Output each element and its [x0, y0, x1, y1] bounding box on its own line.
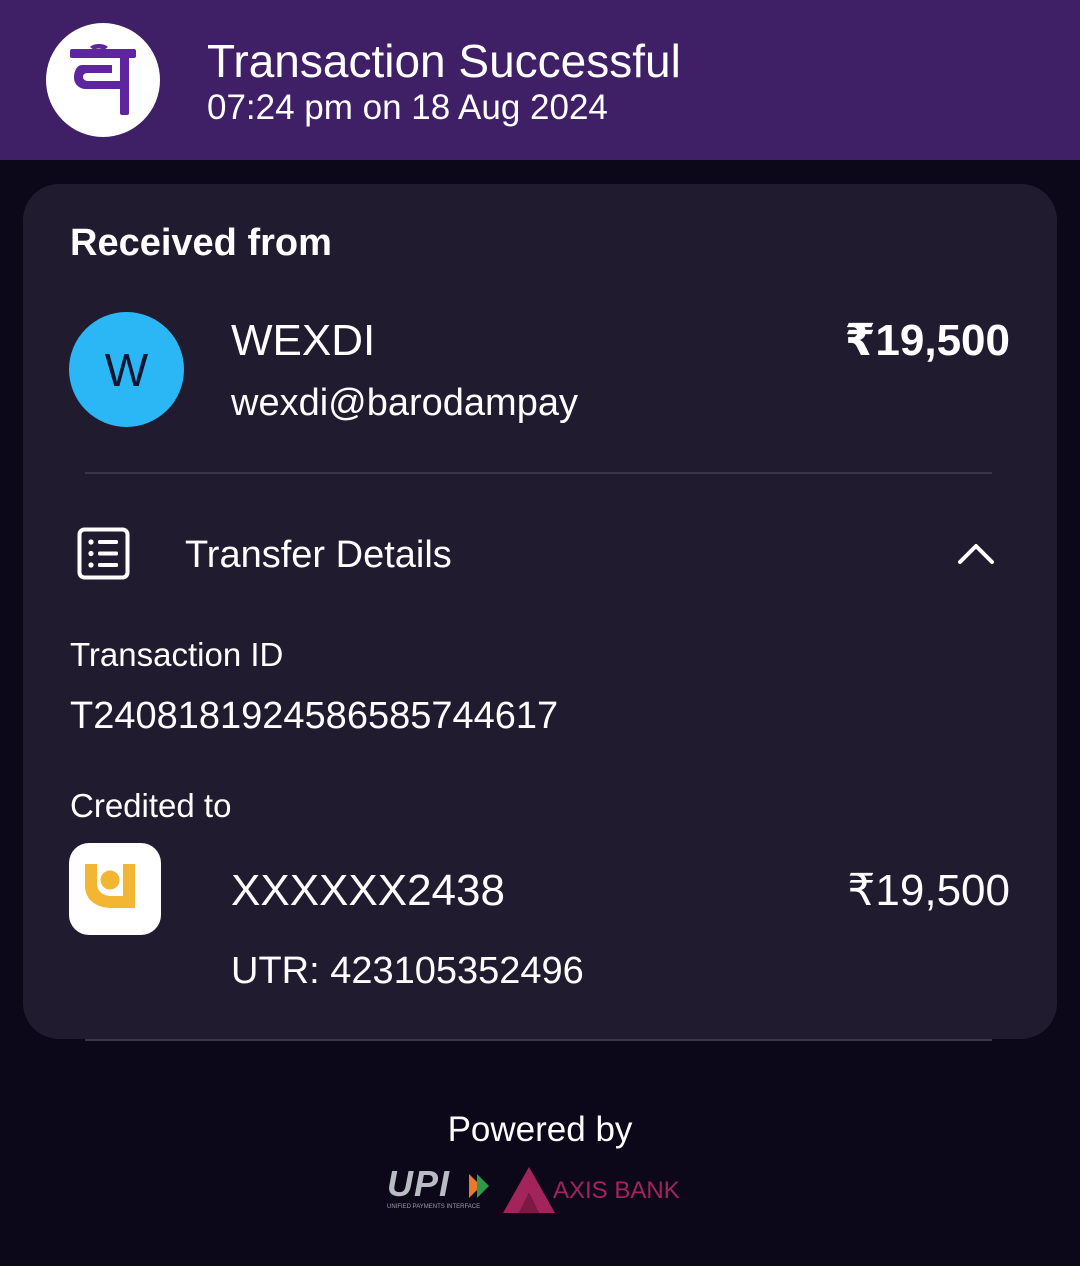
list-document-icon — [77, 527, 130, 580]
transfer-details-title: Transfer Details — [185, 534, 452, 576]
section-divider — [85, 472, 992, 474]
credited-account-number: XXXXXX2438 — [231, 866, 505, 915]
transaction-id-label: Transaction ID — [70, 636, 284, 673]
header-bar: Transaction Successful 07:24 pm on 18 Au… — [0, 0, 1080, 160]
avatar-letter: W — [104, 343, 149, 396]
sender-upi-id: wexdi@barodampay — [231, 382, 578, 424]
phonepe-logo-icon — [46, 23, 160, 137]
upi-logo: UPI UNIFIED PAYMENTS INTERFACE — [385, 1164, 495, 1216]
upi-logo-text: UPI — [387, 1163, 451, 1204]
partner-logos: UPI UNIFIED PAYMENTS INTERFACE AXIS BANK — [385, 1164, 695, 1216]
sender-name: WEXDI — [231, 316, 376, 365]
received-amount: ₹19,500 — [844, 316, 1010, 365]
chevron-up-icon[interactable] — [956, 540, 996, 566]
transaction-timestamp: 07:24 pm on 18 Aug 2024 — [207, 88, 608, 127]
powered-by-label: Powered by — [447, 1110, 633, 1149]
transaction-id-value: T2408181924586585744617 — [70, 695, 559, 737]
pnb-bank-icon — [69, 843, 161, 935]
card-bottom-divider — [85, 1039, 992, 1041]
axis-bank-logo-text: AXIS BANK — [553, 1177, 680, 1204]
utr-number: UTR: 423105352496 — [231, 950, 584, 992]
sender-avatar: W — [69, 312, 184, 427]
upi-logo-subtext: UNIFIED PAYMENTS INTERFACE — [387, 1204, 481, 1210]
upi-arrow-icon — [469, 1174, 489, 1198]
transaction-status-title: Transaction Successful — [207, 35, 681, 87]
credited-to-label: Credited to — [70, 787, 232, 824]
credited-amount: ₹19,500 — [847, 866, 1010, 915]
received-from-heading: Received from — [70, 222, 332, 264]
axis-bank-logo-icon — [503, 1167, 555, 1213]
